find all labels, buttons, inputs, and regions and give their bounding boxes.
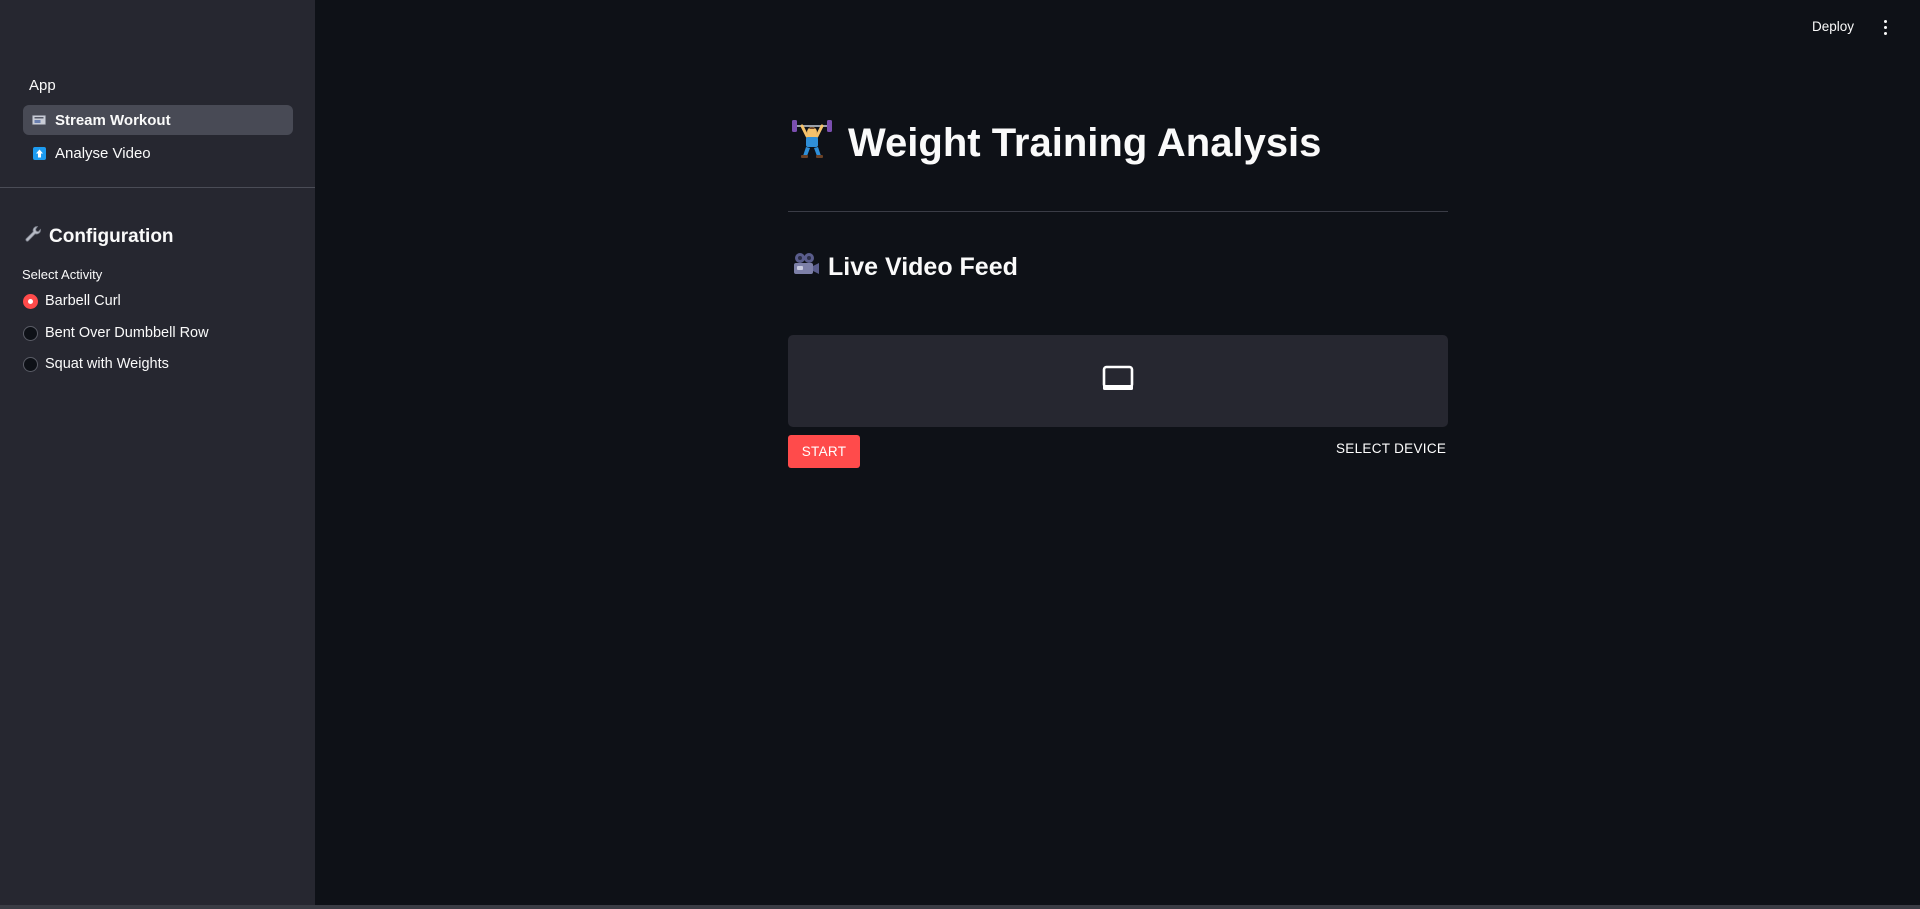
radio-button-checked[interactable] [23,293,38,309]
live-video-title: Live Video Feed [828,253,1018,281]
sidebar-item-label: Analyse Video [55,144,151,162]
config-heading: Configuration [23,224,174,250]
video-feed-placeholder [788,335,1448,427]
sidebar-item-stream-workout[interactable]: Stream Workout [23,105,293,135]
sidebar-divider [0,187,315,188]
movie-camera-icon [792,251,820,284]
nav-header: App [29,77,56,94]
start-button[interactable]: START [788,435,860,468]
sidebar-item-analyse-video[interactable]: Analyse Video [23,138,293,168]
radio-squat-with-weights[interactable]: Squat with Weights [23,356,169,372]
wrench-icon [23,224,43,250]
radio-bent-over-dumbbell-row[interactable]: Bent Over Dumbbell Row [23,325,209,341]
deploy-button[interactable]: Deploy [1812,19,1854,34]
page-title-text: Weight Training Analysis [848,120,1322,165]
bottom-border [0,905,1920,909]
radio-button[interactable] [23,325,38,341]
radio-button[interactable] [23,356,38,372]
main-divider [788,211,1448,212]
radio-label: Barbell Curl [45,293,121,309]
upload-arrow-icon [32,146,46,160]
config-title: Configuration [49,226,174,247]
weightlifter-icon [790,116,834,170]
monitor-icon [1102,365,1134,397]
select-device-button[interactable]: SELECT DEVICE [1336,441,1446,456]
select-activity-label: Select Activity [22,267,103,282]
video-camera-icon [32,113,46,127]
radio-barbell-curl[interactable]: Barbell Curl [23,293,121,309]
sidebar: App Stream Workout Analyse Video Configu [0,0,315,905]
sidebar-item-label: Stream Workout [55,111,171,129]
kebab-menu-icon[interactable] [1878,17,1892,37]
radio-label: Bent Over Dumbbell Row [45,325,209,341]
radio-label: Squat with Weights [45,356,169,372]
page-title: Weight Training Analysis [790,116,1321,170]
live-video-heading: Live Video Feed [792,251,1018,284]
